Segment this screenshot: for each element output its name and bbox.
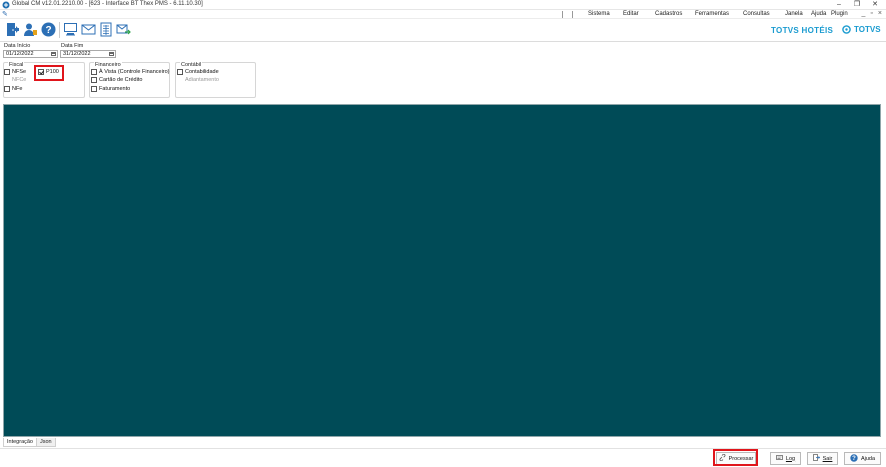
checkbox-faturamento[interactable]: Faturamento bbox=[91, 86, 130, 92]
sair-button[interactable]: Sair bbox=[807, 452, 838, 465]
send-email-icon[interactable] bbox=[115, 21, 132, 38]
log-icon bbox=[776, 454, 783, 463]
integration-output-panel[interactable] bbox=[3, 104, 881, 437]
data-fim-value: 31/12/2022 bbox=[63, 51, 91, 57]
toolbar-separator bbox=[59, 22, 60, 38]
maximize-icon[interactable]: ❐ bbox=[850, 0, 864, 9]
data-inicio-field[interactable]: 01/12/2022 bbox=[3, 50, 58, 58]
exit-icon bbox=[812, 454, 820, 463]
brand-totvs: TOTVS bbox=[842, 25, 881, 34]
menu-bar: ✎ Sistema Editar Cadastros Ferramentas C… bbox=[0, 10, 886, 19]
app-logo-icon bbox=[2, 1, 10, 9]
brand-totvs-label: TOTVS bbox=[854, 25, 881, 34]
user-icon[interactable] bbox=[22, 21, 39, 38]
nfse-checkbox-box[interactable] bbox=[4, 69, 10, 75]
menu-janela[interactable]: Janela bbox=[785, 11, 811, 17]
cartao-label: Cartão de Crédito bbox=[99, 77, 143, 83]
menu-plugin[interactable]: Plugin bbox=[831, 11, 848, 17]
checkbox-cartao[interactable]: Cartão de Crédito bbox=[91, 77, 142, 83]
menu-separator bbox=[572, 11, 573, 18]
totvs-logo-icon bbox=[842, 25, 851, 34]
window-title: Global CM v12.01.2210.00 - [623 - Interf… bbox=[12, 1, 203, 7]
ajuda-label: Ajuda bbox=[860, 455, 876, 462]
nfe-checkbox-box[interactable] bbox=[4, 86, 10, 92]
data-fim-field[interactable]: 31/12/2022 bbox=[60, 50, 116, 58]
help-icon: ? bbox=[850, 453, 858, 464]
menu-cadastros[interactable]: Cadastros bbox=[655, 11, 695, 17]
faturamento-label: Faturamento bbox=[99, 86, 131, 92]
cartao-checkbox-box[interactable] bbox=[91, 77, 97, 83]
contabilidade-checkbox-box[interactable] bbox=[177, 69, 183, 75]
menu-consultas[interactable]: Consultas bbox=[743, 11, 785, 17]
data-inicio-label: Data Início bbox=[4, 43, 31, 49]
calendar-icon[interactable] bbox=[109, 52, 114, 56]
nfe-label: NFe bbox=[12, 86, 23, 92]
menu-ajuda[interactable]: Ajuda bbox=[811, 11, 831, 17]
mdi-restore-icon[interactable]: ▫ bbox=[870, 10, 872, 17]
mdi-minimize-icon[interactable]: _ bbox=[862, 10, 866, 17]
checkbox-nfce: NFCe bbox=[12, 77, 26, 83]
tab-integracao[interactable]: Integração bbox=[3, 438, 37, 447]
data-fim-label: Data Fim bbox=[61, 43, 84, 49]
menu-separator bbox=[562, 11, 563, 18]
bottom-tabs: Integração Json bbox=[3, 438, 56, 447]
checkbox-avista[interactable]: À Vista (Controle Financeiro) bbox=[91, 69, 170, 75]
nfse-label: NFSe bbox=[12, 69, 27, 75]
nfce-label: NFCe bbox=[12, 77, 27, 83]
spreadsheet-icon[interactable] bbox=[98, 21, 115, 38]
menu-sistema[interactable]: Sistema bbox=[588, 11, 623, 17]
log-button[interactable]: Log bbox=[770, 452, 801, 465]
contabil-title: Contábil bbox=[180, 62, 203, 68]
avista-label: À Vista (Controle Financeiro) bbox=[99, 69, 170, 75]
email-icon[interactable] bbox=[80, 21, 97, 38]
svg-text:?: ? bbox=[45, 25, 51, 36]
data-inicio-value: 01/12/2022 bbox=[6, 51, 34, 57]
pin-icon[interactable]: ✎ bbox=[2, 10, 8, 18]
checkbox-nfe[interactable]: NFe bbox=[4, 86, 22, 92]
svg-text:?: ? bbox=[852, 456, 856, 462]
help-icon[interactable]: ? bbox=[40, 21, 57, 38]
faturamento-checkbox-box[interactable] bbox=[91, 86, 97, 92]
monitor-icon[interactable] bbox=[62, 21, 79, 38]
brand-hotel: TOTVS HOTÉIS bbox=[771, 26, 834, 35]
calendar-icon[interactable] bbox=[51, 52, 56, 56]
menu-ferramentas[interactable]: Ferramentas bbox=[695, 11, 743, 17]
menu-items: Sistema Editar Cadastros Ferramentas Con… bbox=[588, 11, 848, 17]
menu-editar[interactable]: Editar bbox=[623, 11, 655, 17]
sair-label: Sair bbox=[822, 455, 833, 462]
checkbox-adiantamento: Adiantamento bbox=[185, 77, 219, 83]
log-label: Log bbox=[785, 455, 796, 462]
checkbox-nfse[interactable]: NFSe bbox=[4, 69, 26, 75]
minimize-icon[interactable]: – bbox=[832, 0, 846, 9]
financeiro-title: Financeiro bbox=[94, 62, 122, 68]
checkbox-contabilidade[interactable]: Contabilidade bbox=[177, 69, 219, 75]
processar-highlight bbox=[713, 449, 758, 466]
p100-highlight bbox=[34, 65, 64, 81]
contabilidade-label: Contabilidade bbox=[185, 69, 219, 75]
adiantamento-label: Adiantamento bbox=[185, 77, 219, 83]
fiscal-title: Fiscal bbox=[8, 62, 25, 68]
close-icon[interactable]: ✕ bbox=[868, 0, 882, 9]
title-bar: Global CM v12.01.2210.00 - [623 - Interf… bbox=[0, 0, 886, 10]
ajuda-button[interactable]: ? Ajuda bbox=[844, 452, 881, 465]
tab-json[interactable]: Json bbox=[37, 438, 56, 447]
exit-door-icon[interactable] bbox=[4, 21, 21, 38]
toolbar: ? TOTVS HOTÉIS TOTVS bbox=[0, 19, 886, 42]
avista-checkbox-box[interactable] bbox=[91, 69, 97, 75]
mdi-close-icon[interactable]: × bbox=[878, 10, 882, 17]
